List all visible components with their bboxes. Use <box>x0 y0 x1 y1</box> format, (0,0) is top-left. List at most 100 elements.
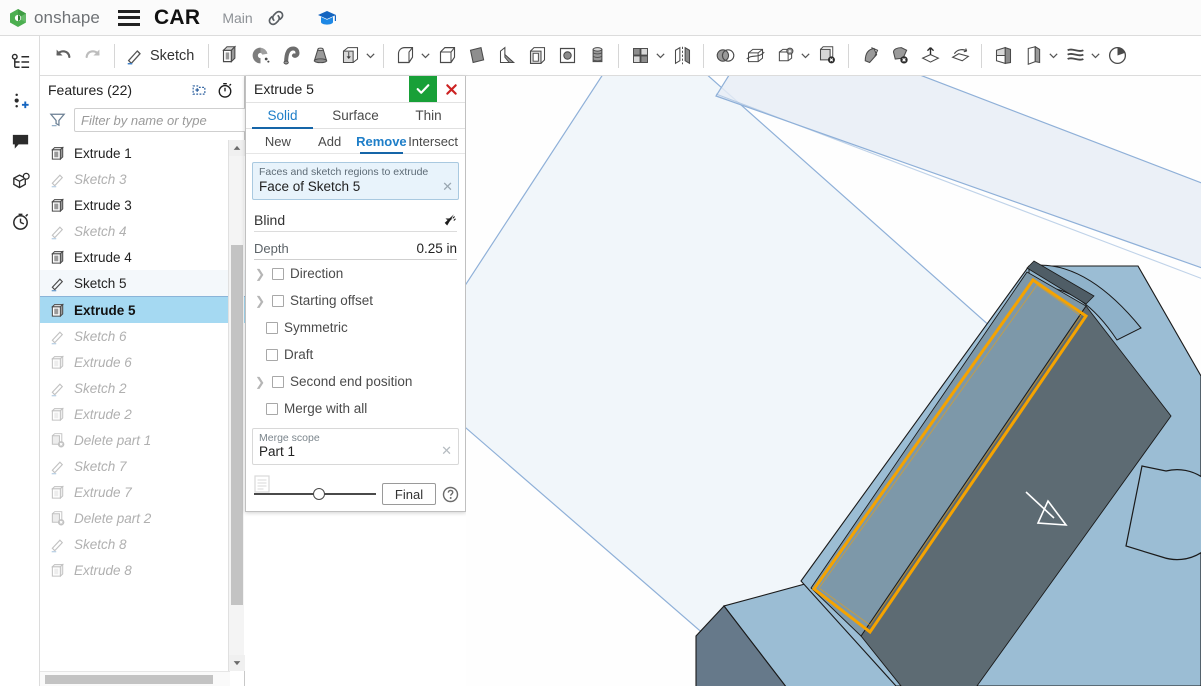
rollback-timer-icon[interactable] <box>212 78 238 102</box>
depth-field[interactable]: Depth 0.25 in <box>254 238 457 260</box>
option-merge-with-all[interactable]: ❯ Merge with all <box>246 395 465 422</box>
chevron-right-icon[interactable]: ❯ <box>254 375 266 389</box>
feature-tree-item[interactable]: Extrude 1 <box>40 140 245 166</box>
chamfer-icon[interactable] <box>432 41 462 71</box>
feature-tree-item[interactable]: Sketch 6 <box>40 323 245 349</box>
scrollbar-thumb[interactable] <box>45 675 213 684</box>
feature-tree-item[interactable]: Extrude 5 <box>40 297 245 323</box>
checkbox[interactable] <box>266 402 278 415</box>
feature-tree-item[interactable]: Sketch 5 <box>40 270 245 296</box>
tab-solid[interactable]: Solid <box>246 103 319 129</box>
x-clear-icon[interactable]: ✕ <box>441 443 452 459</box>
replace-face-icon[interactable] <box>945 41 975 71</box>
option-symmetric[interactable]: ❯ Symmetric <box>246 314 465 341</box>
feature-tree-item[interactable]: Delete part 1 <box>40 427 245 453</box>
boolean-icon[interactable] <box>710 41 740 71</box>
configuration-icon[interactable] <box>1102 41 1132 71</box>
chevron-down-icon[interactable] <box>653 42 667 70</box>
tab-intersect[interactable]: Intersect <box>407 129 459 154</box>
option-direction[interactable]: ❯ Direction <box>246 260 465 287</box>
scroll-down-arrow-icon[interactable] <box>229 655 245 671</box>
checkbox[interactable] <box>266 348 278 361</box>
delete-face-icon[interactable] <box>812 41 842 71</box>
tab-remove[interactable]: Remove <box>356 129 408 154</box>
move-face-icon[interactable] <box>855 41 885 71</box>
question-help-icon[interactable] <box>442 486 459 503</box>
variable-icon[interactable] <box>1060 41 1090 71</box>
tab-add[interactable]: Add <box>304 129 356 154</box>
onshape-logo-icon[interactable] <box>8 8 28 28</box>
part-properties-icon[interactable] <box>0 164 40 198</box>
shell-icon[interactable] <box>522 41 552 71</box>
checkbox[interactable] <box>272 375 284 388</box>
tab-new[interactable]: New <box>252 129 304 154</box>
sketch-button[interactable]: Sketch <box>121 41 202 71</box>
mirror-icon[interactable] <box>667 41 697 71</box>
feature-tree-item[interactable]: Sketch 7 <box>40 453 245 479</box>
option-starting-offset[interactable]: ❯ Starting offset <box>246 287 465 314</box>
feature-tree-item[interactable]: Sketch 2 <box>40 375 245 401</box>
hamburger-menu-icon[interactable] <box>117 9 140 26</box>
link-icon[interactable] <box>266 8 286 28</box>
3d-model-viewport[interactable] <box>466 76 1201 686</box>
fillet-icon[interactable] <box>390 41 420 71</box>
scrollbar-thumb[interactable] <box>231 245 243 605</box>
loft-icon[interactable] <box>305 41 335 71</box>
comments-icon[interactable] <box>0 124 40 158</box>
tab-surface[interactable]: Surface <box>319 103 392 128</box>
feature-tree-item[interactable]: Sketch 3 <box>40 166 245 192</box>
feature-tree-item[interactable]: Extrude 4 <box>40 244 245 270</box>
insert-part-icon[interactable] <box>0 84 40 118</box>
revolve-icon[interactable] <box>245 41 275 71</box>
version-history-icon[interactable] <box>0 204 40 238</box>
filter-funnel-icon[interactable] <box>48 110 68 130</box>
tab-thin[interactable]: Thin <box>392 103 465 128</box>
preview-quality-slider[interactable] <box>254 485 376 503</box>
import-derived-icon[interactable] <box>915 41 945 71</box>
option-second-end-position[interactable]: ❯ Second end position <box>246 368 465 395</box>
chevron-down-icon[interactable] <box>1046 42 1060 70</box>
feature-tree-vertical-scrollbar[interactable] <box>228 140 245 671</box>
extrude-icon[interactable] <box>215 41 245 71</box>
add-folder-icon[interactable] <box>186 78 212 102</box>
cad-model-graphic[interactable] <box>466 76 1201 686</box>
feature-tree-horizontal-scrollbar[interactable] <box>40 671 230 686</box>
final-button[interactable]: Final <box>382 483 436 505</box>
thread-icon[interactable] <box>582 41 612 71</box>
option-draft[interactable]: ❯ Draft <box>246 341 465 368</box>
faces-selection-box[interactable]: Faces and sketch regions to extrude Face… <box>252 162 459 200</box>
scroll-up-arrow-icon[interactable] <box>229 140 245 156</box>
chevron-right-icon[interactable]: ❯ <box>254 267 266 281</box>
checkbox[interactable] <box>272 294 284 307</box>
chevron-down-icon[interactable] <box>418 42 432 70</box>
chevron-down-icon[interactable] <box>1088 42 1102 70</box>
undo-arrow-icon[interactable] <box>48 41 78 71</box>
thicken-icon[interactable] <box>335 41 365 71</box>
sheet-metal-icon[interactable] <box>1018 41 1048 71</box>
depth-value[interactable]: 0.25 in <box>289 241 457 256</box>
feature-tree-item[interactable]: Extrude 6 <box>40 349 245 375</box>
branch-name[interactable]: Main <box>222 10 252 26</box>
sweep-icon[interactable] <box>275 41 305 71</box>
chevron-down-icon[interactable] <box>798 42 812 70</box>
merge-scope-box[interactable]: Merge scope Part 1 ✕ <box>252 428 459 465</box>
feature-tree-item[interactable]: Delete part 2 <box>40 505 245 531</box>
transform-icon[interactable] <box>770 41 800 71</box>
hole-icon[interactable] <box>552 41 582 71</box>
checkbox[interactable] <box>266 321 278 334</box>
rib-icon[interactable] <box>492 41 522 71</box>
delete-part-icon[interactable] <box>885 41 915 71</box>
feature-tree-item[interactable]: Extrude 3 <box>40 192 245 218</box>
feature-tree-item[interactable]: Extrude 7 <box>40 479 245 505</box>
assembly-tree-icon[interactable] <box>0 44 40 78</box>
redo-arrow-icon[interactable] <box>78 41 108 71</box>
end-condition-dropdown[interactable]: Blind <box>254 208 457 232</box>
x-clear-icon[interactable]: ✕ <box>442 179 453 195</box>
feature-tree-item[interactable]: Sketch 8 <box>40 531 245 557</box>
accept-button[interactable] <box>409 76 437 102</box>
split-icon[interactable] <box>740 41 770 71</box>
cancel-button[interactable] <box>437 76 465 102</box>
slider-knob[interactable] <box>312 488 325 500</box>
feature-tree-item[interactable]: Sketch 4 <box>40 218 245 244</box>
feature-tree-item[interactable]: Extrude 8 <box>40 557 245 583</box>
